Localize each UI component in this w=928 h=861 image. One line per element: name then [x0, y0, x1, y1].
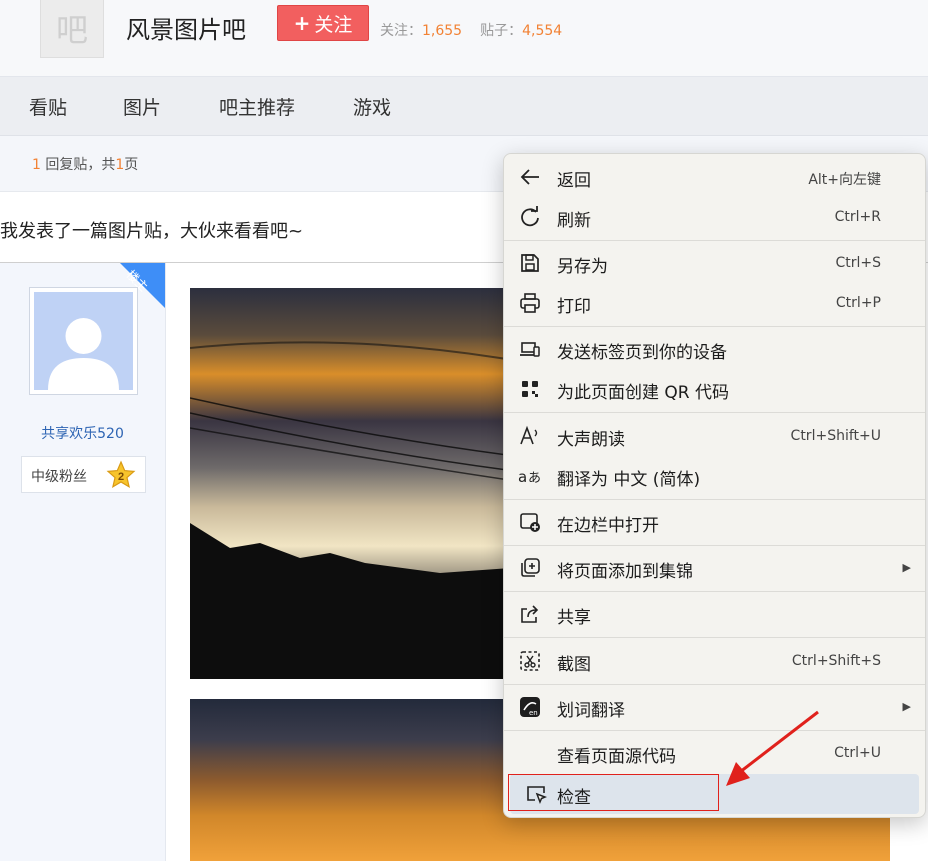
- tab-recommended[interactable]: 吧主推荐: [219, 93, 295, 120]
- submenu-arrow-icon: ▶: [902, 700, 911, 713]
- menu-item-print[interactable]: 打印 Ctrl+P: [504, 283, 925, 323]
- menu-item-qr-code[interactable]: 为此页面创建 QR 代码: [504, 369, 925, 409]
- svg-text:a: a: [518, 468, 527, 486]
- follows-count: 1,655: [422, 23, 463, 39]
- menu-separator: [504, 684, 925, 685]
- menu-item-refresh[interactable]: 刷新 Ctrl+R: [504, 197, 925, 237]
- menu-separator: [504, 545, 925, 546]
- menu-separator: [504, 499, 925, 500]
- printer-icon: [518, 291, 542, 315]
- submenu-arrow-icon: ▶: [902, 561, 911, 574]
- forum-header: 吧 风景图片吧 + 关注 关注：1,655 贴子：4,554: [0, 0, 928, 77]
- devices-icon: [518, 337, 542, 361]
- menu-separator: [504, 637, 925, 638]
- svg-text:2: 2: [118, 471, 124, 483]
- fan-level-label: 中级粉丝: [31, 469, 87, 485]
- posts-count: 4,554: [522, 23, 563, 39]
- forum-nav: 看贴 图片 吧主推荐 游戏: [0, 77, 928, 136]
- fan-level-badge[interactable]: 中级粉丝 2: [21, 456, 146, 493]
- word-translate-icon: en: [518, 695, 542, 719]
- translate-icon: aあ: [518, 464, 542, 488]
- save-icon: [518, 251, 542, 275]
- menu-item-add-to-collections[interactable]: 将页面添加到集锦 ▶: [504, 548, 925, 588]
- menu-item-translate[interactable]: aあ 翻译为 中文 (简体): [504, 456, 925, 496]
- menu-item-read-aloud[interactable]: 大声朗读 Ctrl+Shift+U: [504, 416, 925, 456]
- share-icon: [518, 602, 542, 626]
- annotation-arrow-icon: [726, 710, 819, 786]
- forum-title[interactable]: 风景图片吧: [126, 10, 246, 45]
- forum-logo[interactable]: 吧: [40, 0, 104, 58]
- menu-separator: [504, 240, 925, 241]
- reply-page-count: 1 回复贴，共1页: [32, 157, 139, 173]
- forum-stats: 关注：1,655 贴子：4,554: [380, 23, 563, 39]
- screenshot-icon: [518, 649, 542, 673]
- menu-item-save-as[interactable]: 另存为 Ctrl+S: [504, 243, 925, 283]
- refresh-icon: [518, 205, 542, 229]
- collections-add-icon: [518, 556, 542, 580]
- plus-icon: +: [293, 11, 311, 35]
- follow-label: 关注: [314, 13, 353, 36]
- svg-text:あ: あ: [528, 471, 541, 486]
- tab-pictures[interactable]: 图片: [123, 93, 161, 120]
- menu-item-screenshot[interactable]: 截图 Ctrl+Shift+S: [504, 641, 925, 681]
- menu-item-share[interactable]: 共享: [504, 594, 925, 634]
- back-arrow-icon: [518, 165, 542, 189]
- default-avatar-icon: [34, 292, 133, 390]
- qr-code-icon: [518, 377, 542, 401]
- avatar[interactable]: [29, 287, 138, 395]
- read-aloud-icon: [518, 424, 542, 448]
- tab-posts[interactable]: 看贴: [29, 93, 67, 120]
- menu-separator: [504, 326, 925, 327]
- menu-item-open-in-sidebar[interactable]: 在边栏中打开: [504, 502, 925, 542]
- menu-separator: [504, 591, 925, 592]
- menu-separator: [504, 412, 925, 413]
- menu-item-send-to-device[interactable]: 发送标签页到你的设备: [504, 329, 925, 369]
- post-title: 我发表了一篇图片贴，大伙来看看吧~: [0, 221, 304, 242]
- svg-text:en: en: [529, 709, 538, 717]
- sidebar-open-icon: [518, 510, 542, 534]
- follow-button[interactable]: + 关注: [277, 5, 369, 41]
- username-link[interactable]: 共享欢乐520: [0, 423, 165, 443]
- menu-item-back[interactable]: 返回 Alt+向左键: [504, 157, 925, 197]
- annotation-highlight-box: [508, 774, 719, 811]
- level-star-icon: 2: [106, 460, 136, 489]
- tab-games[interactable]: 游戏: [353, 93, 391, 120]
- author-panel: 楼主 共享欢乐520 中级粉丝 2: [0, 263, 166, 861]
